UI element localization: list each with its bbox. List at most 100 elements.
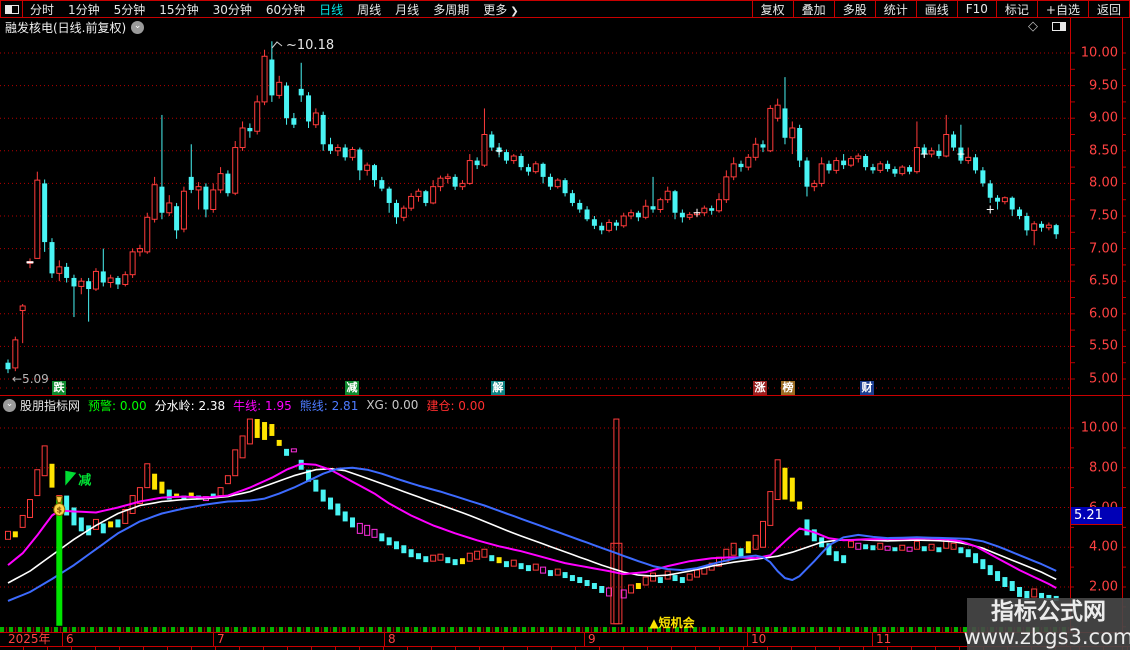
candle-down [892, 166, 898, 177]
candle-up [877, 161, 884, 173]
candle-up [166, 195, 173, 216]
candle-down [804, 157, 810, 197]
candle-up [1045, 222, 1052, 231]
ind-bar-cyan [335, 503, 341, 516]
ind-bar-cyan [672, 575, 678, 582]
candle-up [628, 209, 635, 220]
candle-down [797, 124, 803, 168]
ind-bar-cyan [328, 497, 334, 510]
candle-down [225, 170, 231, 197]
indicator-field: 分水岭: 2.38 [154, 398, 226, 413]
collapse-chevron-icon[interactable]: ⌄ [3, 398, 16, 412]
ind-bar-red [694, 569, 701, 578]
ind-bar-red [41, 445, 48, 477]
candle-down [650, 176, 656, 213]
toolbar-button-标记[interactable]: 标记 [995, 1, 1037, 17]
period-tab-1分钟[interactable]: 1分钟 [68, 1, 100, 18]
candle-up [723, 170, 730, 203]
ind-bar-red [246, 418, 253, 445]
right-strip-border [1122, 18, 1123, 650]
period-tab-30分钟[interactable]: 30分钟 [213, 1, 252, 18]
candle-down [357, 147, 363, 181]
candle-down [562, 178, 568, 197]
ind-bar-cyan [423, 556, 429, 563]
toolbar-button-复权[interactable]: 复权 [751, 1, 793, 17]
candle-up [334, 144, 341, 157]
period-tab-多周期[interactable]: 多周期 [433, 1, 469, 18]
candle-down [577, 199, 583, 213]
ind-bar-red [847, 540, 854, 548]
ind-bar-red [532, 563, 539, 571]
ind-bar-red [913, 540, 920, 550]
period-tab-60分钟[interactable]: 60分钟 [266, 1, 305, 18]
candle-up [620, 212, 627, 228]
ind-bar-cyan [921, 546, 927, 552]
ind-bar-red [928, 543, 935, 551]
ind-bar-cyan [584, 580, 590, 587]
ind-bar-cyan [863, 544, 869, 550]
ind-bar-yellow [789, 477, 795, 502]
ind-bar-magenta [540, 566, 547, 574]
candle-down [188, 144, 194, 194]
more-menu[interactable]: 更多 ❯ [483, 1, 518, 18]
candle-down [547, 173, 553, 190]
toolbar-button-F10[interactable]: F10 [956, 1, 996, 17]
candle-up [129, 248, 136, 278]
spike-bar [613, 418, 620, 625]
ind-bar-red [5, 530, 11, 540]
period-tab-5分钟[interactable]: 5分钟 [114, 1, 146, 18]
chevron-down-icon[interactable]: ⌄ [131, 21, 145, 34]
period-tab-分时[interactable]: 分时 [30, 1, 54, 18]
candle-down [203, 183, 209, 218]
period-tab-周线[interactable]: 周线 [357, 1, 381, 18]
candle-down [379, 176, 385, 192]
month-label-8: 8 [388, 632, 396, 646]
candle-down [1024, 212, 1030, 236]
candle-up [657, 197, 664, 213]
ind-bar-yellow [108, 521, 114, 528]
candle-down [709, 205, 715, 215]
ind-bar-cyan [503, 561, 509, 568]
period-tab-日线[interactable]: 日线 [319, 1, 343, 18]
split-pane-button[interactable] [0, 1, 23, 17]
split-pane-icon [4, 4, 19, 14]
indicator-y-tick: 2.00 [1089, 579, 1118, 595]
candle-down [64, 262, 70, 283]
candle-down [42, 179, 48, 252]
toolbar-button-返回[interactable]: 返回 [1087, 1, 1130, 17]
ind-bar-cyan [936, 547, 942, 553]
moneybag-icon: $ [53, 496, 66, 516]
diamond-icon[interactable]: ◇ [1028, 20, 1038, 33]
low-price-annotation: ←5.09 [12, 372, 49, 386]
ind-bar-cyan [415, 553, 421, 560]
candle-down [995, 195, 1001, 210]
candle-up [78, 277, 85, 295]
bull-line [7, 462, 1057, 589]
candle-up [254, 95, 261, 135]
month-separator [62, 633, 63, 646]
ind-bar-red [217, 487, 224, 497]
indicator-chart[interactable]: $减 [0, 415, 1070, 633]
candle-up [847, 156, 854, 168]
period-tab-月线[interactable]: 月线 [395, 1, 419, 18]
toolbar-button-叠加[interactable]: 叠加 [792, 1, 834, 17]
toolbar-button-统计[interactable]: 统计 [874, 1, 916, 17]
ind-bar-cyan [393, 541, 399, 550]
toolbar-button-画线[interactable]: 画线 [915, 1, 957, 17]
toolbar-button-多股[interactable]: 多股 [833, 1, 875, 17]
candle-up [400, 205, 407, 222]
ind-bar-yellow [782, 467, 788, 500]
ind-bar-red [759, 520, 766, 548]
candle-down [100, 248, 106, 287]
ind-bar-red [686, 573, 693, 581]
main-candlestick-chart[interactable] [0, 36, 1070, 380]
candle-up [642, 199, 649, 220]
toolbar-button-+自选[interactable]: +自选 [1036, 1, 1088, 17]
ind-bar-cyan [599, 586, 605, 593]
candle-up [459, 180, 466, 190]
split-pane-icon[interactable] [1052, 22, 1066, 31]
ind-bar-yellow [269, 424, 275, 436]
period-tab-15分钟[interactable]: 15分钟 [159, 1, 198, 18]
time-axis[interactable]: 2025年 6 7 8 9 10 11 [0, 633, 1130, 646]
watermark-url: www.zbgs3.com [963, 625, 1130, 649]
